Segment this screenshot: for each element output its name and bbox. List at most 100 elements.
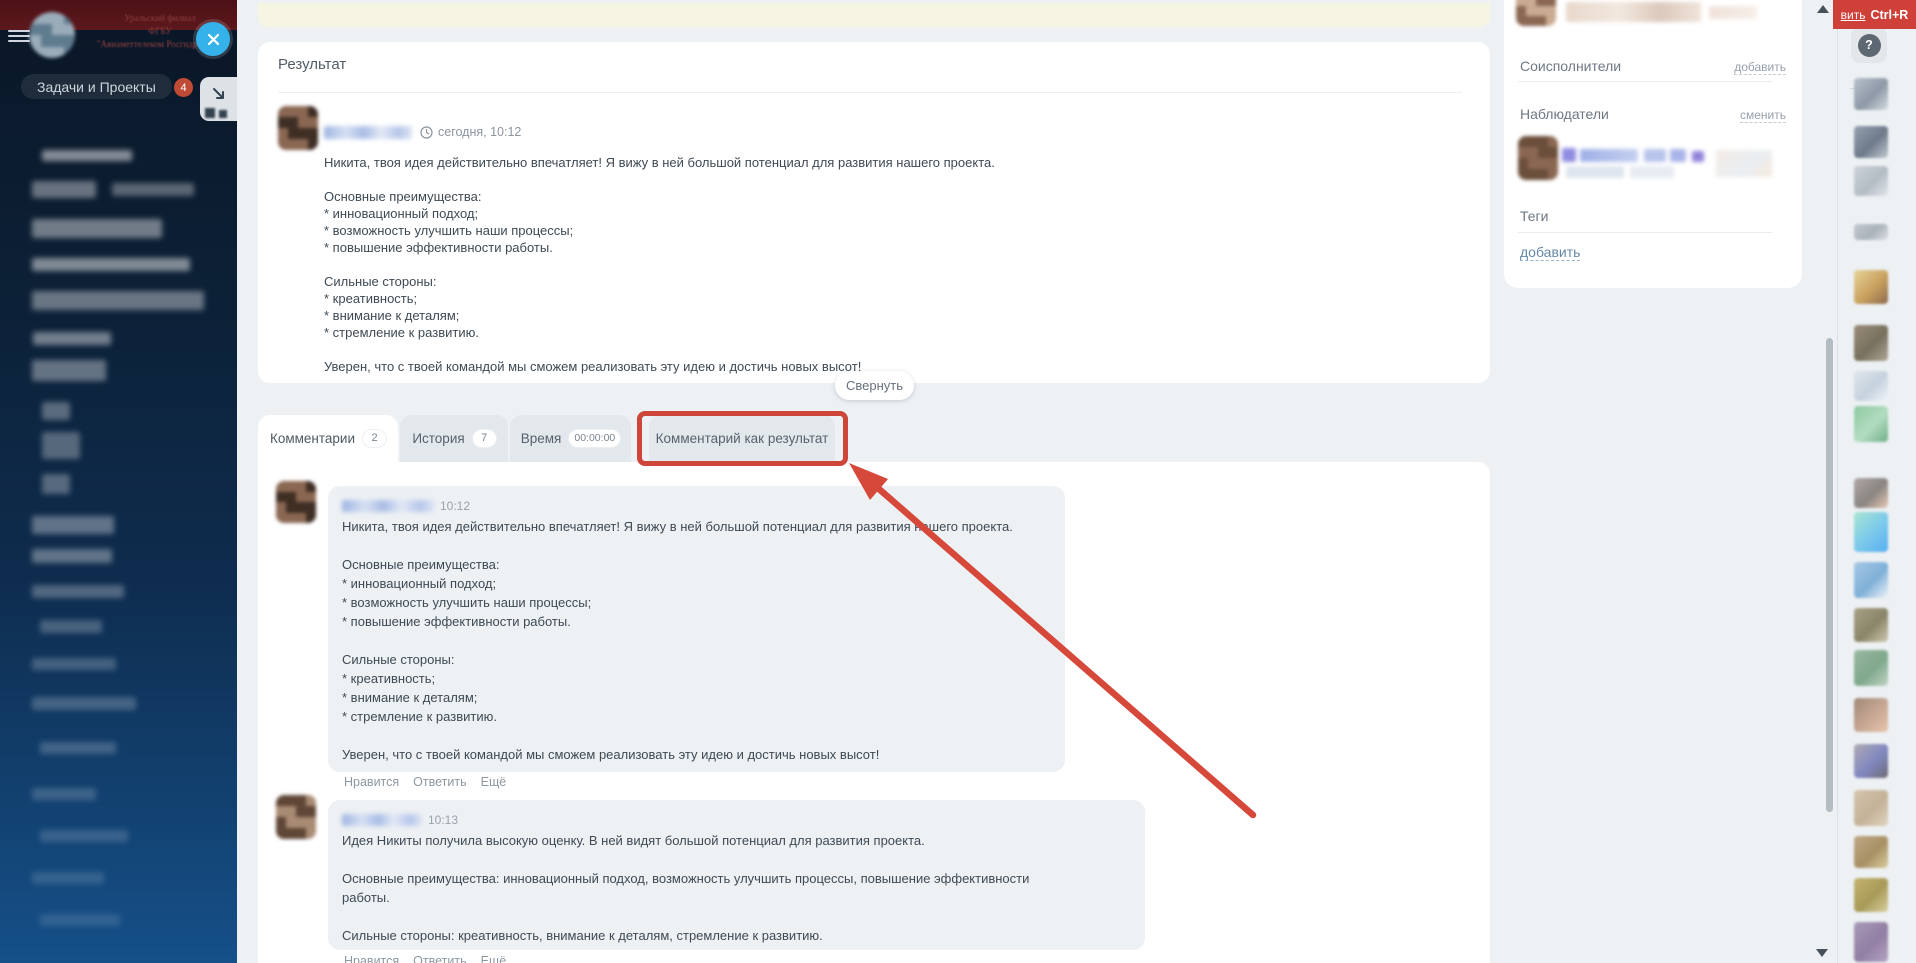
sidebar-item-blurred[interactable] xyxy=(40,914,120,926)
reply-link[interactable]: Ответить xyxy=(413,954,466,963)
close-icon[interactable] xyxy=(196,22,230,56)
divider xyxy=(1837,0,1838,963)
page-thumbnail[interactable] xyxy=(1854,270,1888,304)
result-comment-time: сегодня, 10:12 xyxy=(438,125,522,139)
page-thumbnail[interactable] xyxy=(1854,512,1888,552)
comments-panel: 10:12 Никита, твоя идея действительно вп… xyxy=(258,462,1490,963)
comment-actions: Нравится Ответить Ещё xyxy=(344,954,506,963)
dock-widget-pixels xyxy=(205,108,231,120)
scrollbar-thumb[interactable] xyxy=(1826,338,1833,812)
page-thumbnail[interactable] xyxy=(1854,650,1888,686)
scroll-up-arrow[interactable] xyxy=(1817,5,1829,13)
recorder-stop-bar[interactable]: вить Ctrl+R xyxy=(1833,0,1916,29)
comment-time: 10:12 xyxy=(440,498,471,513)
collapse-button[interactable]: Свернуть xyxy=(835,371,914,400)
more-link[interactable]: Ещё xyxy=(481,954,507,963)
page-thumbnail[interactable] xyxy=(1854,325,1888,361)
scroll-down-arrow[interactable] xyxy=(1816,949,1828,957)
sidebar-item-tasks-projects[interactable]: Задачи и Проекты xyxy=(21,74,172,99)
sidebar-item-blurred[interactable] xyxy=(42,402,70,420)
page-thumbnail[interactable] xyxy=(1854,562,1888,598)
arrow-down-right-icon xyxy=(212,88,224,99)
watchers-title: Наблюдатели xyxy=(1520,106,1609,122)
task-details-panel: Соисполнители добавить Наблюдатели смени… xyxy=(1504,0,1802,288)
tab-time[interactable]: Время 00:00:00 xyxy=(510,415,631,462)
tab-comment-as-result[interactable]: Комментарий как результат xyxy=(649,415,835,462)
avatar xyxy=(278,106,318,150)
comment-actions: Нравится Ответить Ещё xyxy=(344,775,506,789)
sidebar-item-blurred[interactable] xyxy=(32,549,112,563)
name-blurred xyxy=(1709,6,1757,19)
sidebar-item-blurred[interactable] xyxy=(33,332,111,345)
avatar xyxy=(276,481,316,523)
menu-icon[interactable] xyxy=(8,30,30,44)
sidebar-item-blurred[interactable] xyxy=(32,658,116,670)
sidebar-item-blurred[interactable] xyxy=(32,258,190,271)
reply-link[interactable]: Ответить xyxy=(413,775,466,789)
author-name-blurred[interactable] xyxy=(324,126,412,139)
sidebar-item-blurred[interactable] xyxy=(32,516,114,534)
comment-time: 10:13 xyxy=(428,812,459,827)
page-thumbnail[interactable] xyxy=(1854,224,1888,240)
watchers-change-link[interactable]: сменить xyxy=(1739,108,1786,123)
commenter-name-blurred[interactable] xyxy=(342,813,422,826)
sidebar-item-blurred[interactable] xyxy=(40,620,102,633)
page-thumbnail[interactable] xyxy=(1854,608,1888,642)
sidebar-item-blurred[interactable] xyxy=(42,150,132,161)
time-tracker-badge: 00:00:00 xyxy=(569,430,621,447)
comment-bubble: 10:12 Никита, твоя идея действительно вп… xyxy=(328,486,1065,772)
recorder-hotkey: Ctrl+R xyxy=(1870,7,1909,22)
tab-comments[interactable]: Комментарии 2 xyxy=(258,415,398,462)
sidebar-item-blurred[interactable] xyxy=(42,474,70,494)
result-card: Результат сегодня, 10:12 Никита, твоя ид… xyxy=(258,42,1490,383)
page-thumbnail[interactable] xyxy=(1854,126,1888,158)
tags-add-link[interactable]: добавить xyxy=(1520,244,1581,261)
like-link[interactable]: Нравится xyxy=(344,954,399,963)
sidebar-item-blurred[interactable] xyxy=(32,585,124,598)
result-title: Результат xyxy=(278,56,347,73)
divider xyxy=(1518,81,1772,82)
divider xyxy=(278,92,1462,93)
task-description-card-bottom xyxy=(258,3,1490,27)
sidebar-item-blurred[interactable] xyxy=(112,183,194,196)
sidebar-item-blurred[interactable] xyxy=(32,697,136,710)
result-comment-text: Никита, твоя идея действительно впечатля… xyxy=(324,155,995,374)
app-viewport: Уральский филиал ФГБУ "Авиаметтелеком Ро… xyxy=(0,0,1916,963)
page-thumbnail[interactable] xyxy=(1854,78,1888,110)
watcher-name-blurred xyxy=(1630,166,1674,178)
sidebar-item-blurred[interactable] xyxy=(42,432,80,459)
sidebar-item-blurred[interactable] xyxy=(40,742,116,754)
page-thumbnail[interactable] xyxy=(1854,790,1888,826)
history-count-badge: 7 xyxy=(472,430,496,447)
sidebar-item-blurred[interactable] xyxy=(32,360,106,381)
page-thumbnail[interactable] xyxy=(1854,478,1888,508)
tasks-count-badge: 4 xyxy=(174,78,193,97)
sidebar-item-blurred[interactable] xyxy=(32,872,104,884)
page-thumbnail[interactable] xyxy=(1854,744,1888,778)
page-thumbnail[interactable] xyxy=(1854,878,1888,912)
sidebar-item-blurred[interactable] xyxy=(32,291,204,310)
sidebar-item-blurred[interactable] xyxy=(40,830,128,842)
tags-title: Теги xyxy=(1520,208,1549,224)
commenter-name-blurred[interactable] xyxy=(342,499,434,512)
like-link[interactable]: Нравится xyxy=(344,775,399,789)
watcher-name-blurred xyxy=(1692,151,1704,162)
tab-history[interactable]: История 7 xyxy=(400,415,508,462)
page-thumbnail[interactable] xyxy=(1854,166,1888,196)
page-thumbnail[interactable] xyxy=(1854,406,1888,442)
page-thumbnail[interactable] xyxy=(1854,836,1888,868)
page-thumbnail[interactable] xyxy=(1854,371,1888,401)
divider xyxy=(1518,232,1772,233)
clock-icon xyxy=(420,125,433,139)
comments-count-badge: 2 xyxy=(363,430,387,447)
more-link[interactable]: Ещё xyxy=(481,775,507,789)
page-thumbnail[interactable] xyxy=(1854,922,1888,962)
coexecutors-add-link[interactable]: добавить xyxy=(1734,60,1786,75)
help-button[interactable]: ? xyxy=(1851,27,1887,63)
sidebar-item-blurred[interactable] xyxy=(32,219,162,238)
sidebar-item-blurred[interactable] xyxy=(32,181,96,198)
name-blurred xyxy=(1566,2,1701,22)
sidebar-item-blurred[interactable] xyxy=(32,788,96,800)
comment-text: Никита, твоя идея действительно впечатля… xyxy=(342,519,1013,762)
page-thumbnail[interactable] xyxy=(1854,698,1888,732)
